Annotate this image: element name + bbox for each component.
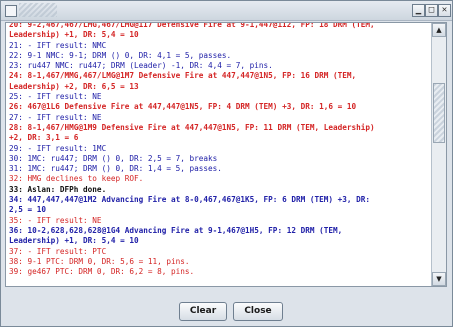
scroll-down-arrow[interactable]: ▼ [432, 272, 446, 286]
log-line: 31: 1MC: ru447; DRM () 0, DR: 1,4 = 5, p… [9, 164, 222, 174]
title-decoration [19, 3, 57, 17]
log-line: 32: HMG declines to keep ROF. [9, 174, 144, 184]
log-line: 20: 9-2,467,467/LMG,467/LMG@1I7 Defensiv… [9, 23, 375, 29]
log-line: 25: - IFT result: NE [9, 92, 102, 102]
minimize-button[interactable]: ▁ [412, 4, 425, 17]
log-line: 38: 9-1 PTC: DRM 0, DR: 5,6 = 11, pins. [9, 256, 190, 266]
maximize-button[interactable]: □ [425, 4, 438, 17]
log-line: 2,5 = 10 [9, 205, 47, 215]
log-line: 22: 9-1 NMC: 9-1; DRM () 0, DR: 4,1 = 5,… [9, 50, 232, 60]
log-line: 33: Aslan: DFPh done. [9, 184, 107, 194]
log-lines: 20: 9-2,467,467/LMG,467/LMG@1I7 Defensiv… [6, 23, 430, 286]
log-line: 34: 447,447,447@1M2 Advancing Fire at 8-… [9, 195, 371, 205]
log-line: 27: - IFT result: NE [9, 112, 102, 122]
scroll-up-arrow[interactable]: ▲ [432, 23, 446, 37]
log-line: 23: ru447 NMC: ru447; DRM (Leader) -1, D… [9, 61, 273, 71]
log-line: 28: 8-1,467/HMG@1M9 Defensive Fire at 44… [9, 122, 375, 132]
window-icon [5, 5, 17, 17]
log-line: +2, DR: 3,1 = 6 [9, 133, 79, 143]
log-line: 26: 467@1L6 Defensive Fire at 447,447@1N… [9, 102, 357, 112]
log-window: ▁ □ ✕ 20: 9-2,467,467/LMG,467/LMG@1I7 De… [0, 0, 453, 327]
log-line: 35: - IFT result: NE [9, 215, 102, 225]
close-window-button[interactable]: ✕ [438, 4, 451, 17]
close-button[interactable]: Close [233, 302, 283, 321]
log-line: Leadership) +1, DR: 5,4 = 10 [9, 236, 139, 246]
log-line: 39: ge467 PTC: DRM 0, DR: 6,2 = 8, pins. [9, 267, 195, 277]
title-bar[interactable]: ▁ □ ✕ [1, 1, 452, 21]
log-line: Leadership) +1, DR: 5,4 = 10 [9, 30, 139, 40]
log-text-area[interactable]: 20: 9-2,467,467/LMG,467/LMG@1I7 Defensiv… [5, 22, 447, 287]
log-line: 30: 1MC: ru447; DRM () 0, DR: 2,5 = 7, b… [9, 153, 218, 163]
log-line: 36: 10-2,628,628,628@1G4 Advancing Fire … [9, 225, 343, 235]
log-line: 29: - IFT result: 1MC [9, 143, 107, 153]
log-line: 24: 8-1,467/MMG,467/LMG@1M7 Defensive Fi… [9, 71, 357, 81]
log-line: Leadership) +2, DR: 6,5 = 13 [9, 81, 139, 91]
vertical-scrollbar[interactable]: ▲ ▼ [431, 23, 446, 286]
log-line: 37: - IFT result: PTC [9, 246, 107, 256]
clear-button[interactable]: Clear [179, 302, 227, 321]
log-line: 21: - IFT result: NMC [9, 40, 107, 50]
scroll-thumb[interactable] [433, 83, 445, 143]
